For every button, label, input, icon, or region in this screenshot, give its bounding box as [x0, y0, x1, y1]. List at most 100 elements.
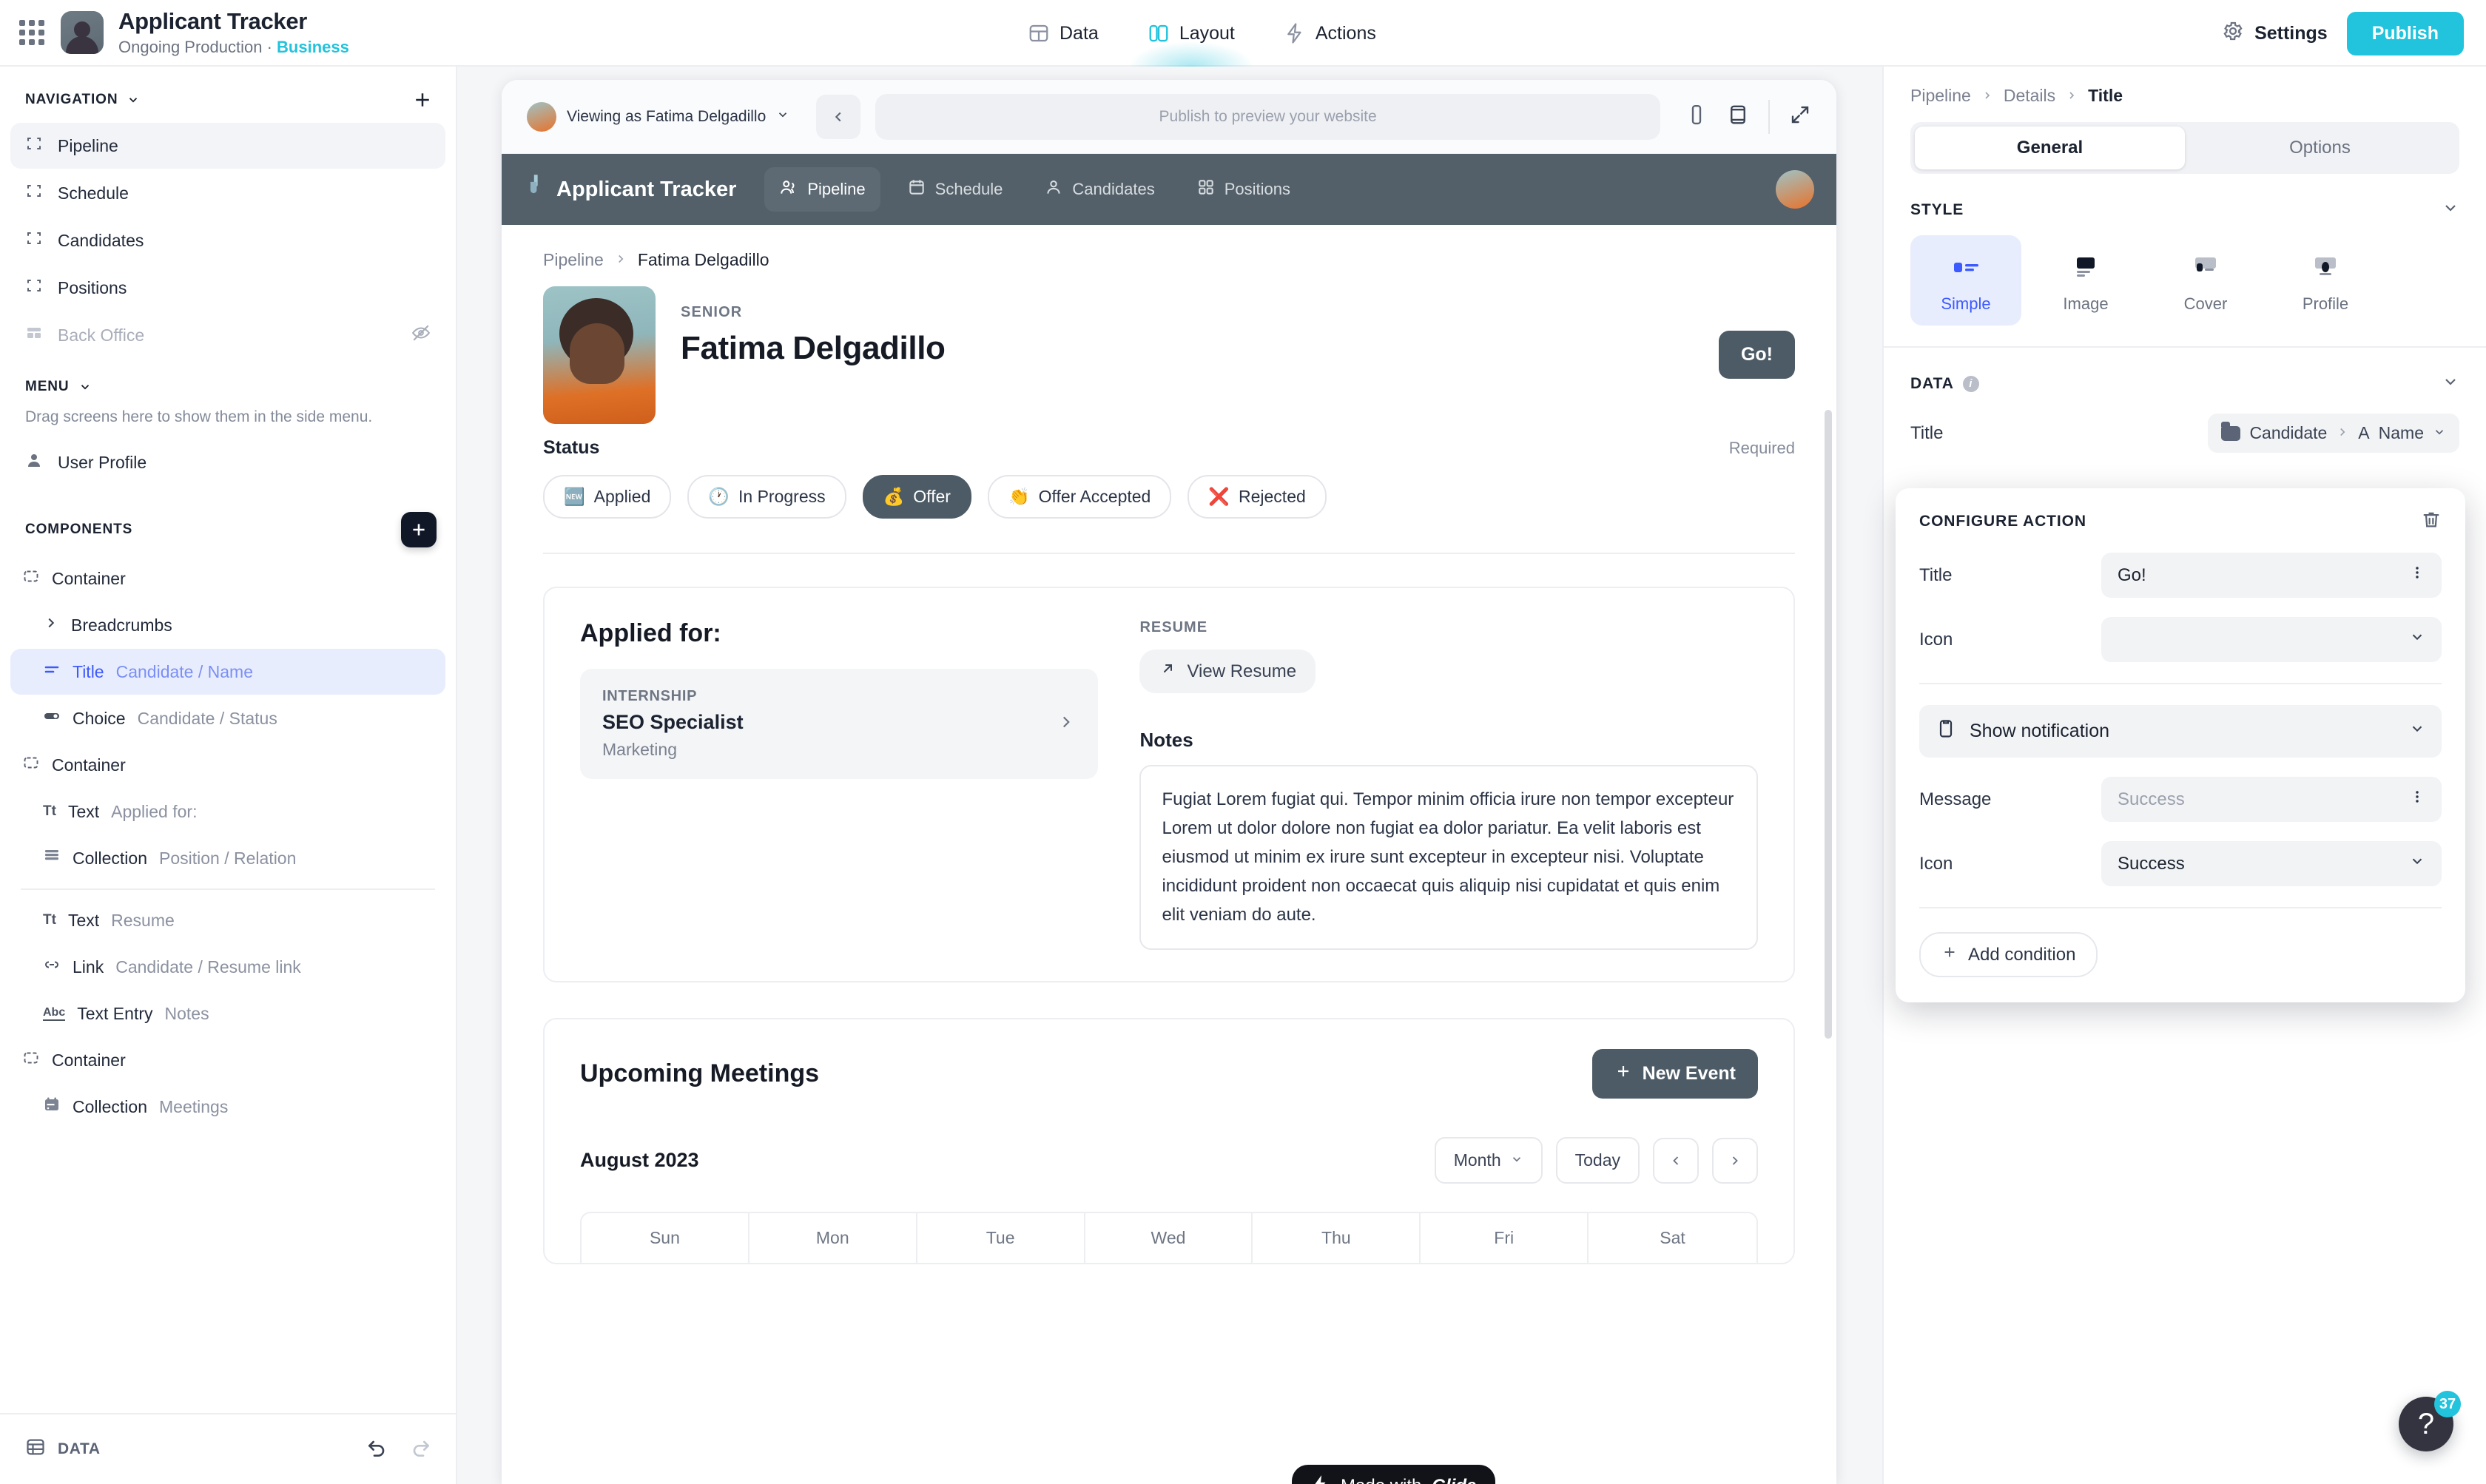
status-chip-offer-accepted[interactable]: 👏 Offer Accepted [987, 475, 1172, 519]
calendar-view-select[interactable]: Month [1434, 1137, 1543, 1184]
action-icon-select[interactable] [2101, 617, 2442, 662]
component-collection-position[interactable]: Collection Position / Relation [10, 835, 445, 881]
question-mark-icon: ? [2417, 1407, 2435, 1440]
action-title-value: Go! [2118, 564, 2146, 585]
undo-icon[interactable] [366, 1436, 389, 1463]
avatar[interactable] [1776, 170, 1814, 209]
calendar-today-button[interactable]: Today [1555, 1137, 1640, 1184]
sidebar-item-back-office[interactable]: Back Office [10, 312, 445, 358]
status-chip-offer[interactable]: 💰 Offer [862, 475, 971, 519]
app-tab-candidates[interactable]: Candidates [1029, 167, 1169, 212]
tab-options[interactable]: Options [2185, 127, 2455, 169]
add-screen-button[interactable] [408, 86, 437, 114]
component-title[interactable]: Title Candidate / Name [10, 649, 445, 695]
menu-title-group[interactable]: MENU [25, 379, 92, 395]
go-button[interactable]: Go! [1718, 331, 1795, 379]
view-resume-button[interactable]: View Resume [1139, 650, 1316, 693]
action-type-select[interactable]: Show notification [1919, 705, 2442, 758]
notification-icon-select[interactable]: Success [2101, 841, 2442, 886]
inspector-crumb-details[interactable]: Details [2004, 86, 2055, 106]
chevron-down-icon[interactable] [2442, 373, 2459, 394]
viewing-as-selector[interactable]: Viewing as Fatima Delgadillo [527, 101, 789, 132]
chevron-right-icon[interactable] [43, 615, 59, 635]
settings-button[interactable]: Settings [2222, 20, 2328, 47]
status-chip-in-progress[interactable]: 🕐 In Progress [687, 475, 846, 519]
more-options-icon[interactable] [2409, 564, 2425, 586]
component-container-2[interactable]: Container [10, 742, 445, 788]
publish-button[interactable]: Publish [2346, 11, 2464, 55]
tab-actions[interactable]: Actions [1281, 0, 1379, 67]
app-tab-schedule[interactable]: Schedule [892, 167, 1018, 212]
add-component-button[interactable] [401, 512, 437, 547]
component-text-applied-for[interactable]: Tt Text Applied for: [10, 789, 445, 834]
title-icon [43, 661, 61, 683]
add-condition-button[interactable]: Add condition [1919, 932, 2098, 977]
inspector-crumb-pipeline[interactable]: Pipeline [1910, 86, 1971, 106]
section-divider [543, 553, 1795, 554]
sidebar-item-positions[interactable]: Positions [10, 265, 445, 311]
eye-off-icon[interactable] [411, 323, 431, 347]
preview-url-bar[interactable]: Publish to preview your website [875, 93, 1660, 140]
component-link-resume[interactable]: Link Candidate / Resume link [10, 944, 445, 990]
position-item[interactable]: INTERNSHIP SEO Specialist Marketing [580, 669, 1099, 779]
help-button[interactable]: ? 37 [2399, 1391, 2461, 1451]
tab-layout[interactable]: Layout [1128, 0, 1254, 67]
component-name: Title [73, 661, 104, 681]
phone-icon[interactable] [1685, 104, 1708, 129]
notification-message-input[interactable]: Success [2101, 777, 2442, 822]
info-icon[interactable]: i [1962, 375, 1979, 392]
chevron-down-icon[interactable] [2442, 199, 2459, 220]
calendar-prev-button[interactable] [1653, 1137, 1699, 1184]
calendar-next-button[interactable] [1712, 1137, 1758, 1184]
made-with-glide-badge[interactable]: Made with Glide [1292, 1465, 1496, 1484]
component-binding: Candidate / Name [115, 661, 253, 681]
style-option-simple[interactable]: Simple [1910, 235, 2021, 326]
app-plan-badge: Business [277, 38, 349, 56]
left-sidebar: NAVIGATION Pipeline Schedule Candidates [0, 67, 457, 1484]
style-option-image[interactable]: Image [2030, 235, 2141, 326]
trash-icon[interactable] [2421, 509, 2442, 533]
page-title: Fatima Delgadillo [681, 330, 946, 366]
tab-data[interactable]: Data [1025, 0, 1102, 67]
sidebar-footer: DATA [0, 1413, 456, 1484]
more-options-icon[interactable] [2409, 789, 2425, 810]
style-option-cover[interactable]: Cover [2150, 235, 2261, 326]
sidebar-item-schedule[interactable]: Schedule [10, 170, 445, 216]
status-chip-rejected[interactable]: ❌ Rejected [1188, 475, 1327, 519]
notes-text-entry[interactable]: Fugiat Lorem fugiat qui. Tempor minim of… [1139, 765, 1758, 951]
navigation-title-group[interactable]: NAVIGATION [25, 92, 140, 108]
weekday-tue: Tue [917, 1213, 1085, 1264]
sidebar-item-pipeline[interactable]: Pipeline [10, 123, 445, 169]
preview-scrollbar[interactable] [1825, 410, 1832, 1039]
status-chip-applied[interactable]: 🆕 Applied [543, 475, 672, 519]
component-text-resume[interactable]: Tt Text Resume [10, 897, 445, 943]
action-title-input[interactable]: Go! [2101, 553, 2442, 598]
style-option-profile[interactable]: Profile [2270, 235, 2381, 326]
tablet-icon[interactable] [1727, 104, 1749, 129]
preview-back-button[interactable] [816, 94, 861, 139]
tab-data-label: Data [1060, 22, 1099, 44]
component-text-entry-notes[interactable]: Abc Text Entry Notes [10, 991, 445, 1036]
sidebar-item-candidates[interactable]: Candidates [10, 217, 445, 263]
component-container-3[interactable]: Container [10, 1037, 445, 1083]
title-column-selector[interactable]: Candidate A Name [2208, 414, 2459, 453]
redo-icon[interactable] [408, 1436, 432, 1463]
new-event-button[interactable]: New Event [1591, 1049, 1758, 1099]
component-choice[interactable]: Choice Candidate / Status [10, 695, 445, 741]
sidebar-item-user-profile[interactable]: User Profile [10, 439, 445, 485]
app-tab-positions[interactable]: Positions [1182, 167, 1305, 212]
component-name: Container [52, 568, 126, 588]
status-chip-label: Offer Accepted [1038, 487, 1151, 506]
component-container-1[interactable]: Container [10, 556, 445, 601]
position-department: Marketing [602, 740, 677, 759]
data-editor-button[interactable]: DATA [25, 1437, 101, 1462]
component-name: Container [52, 755, 126, 775]
breadcrumb-item-pipeline[interactable]: Pipeline [543, 250, 604, 270]
position-kind: INTERNSHIP [602, 688, 698, 704]
tab-general[interactable]: General [1915, 127, 2185, 169]
component-collection-meetings[interactable]: Collection Meetings [10, 1084, 445, 1130]
app-tab-pipeline[interactable]: Pipeline [764, 167, 880, 212]
component-breadcrumbs[interactable]: Breadcrumbs [10, 602, 445, 648]
apps-grid-icon[interactable] [19, 20, 44, 45]
expand-icon[interactable] [1789, 104, 1811, 129]
